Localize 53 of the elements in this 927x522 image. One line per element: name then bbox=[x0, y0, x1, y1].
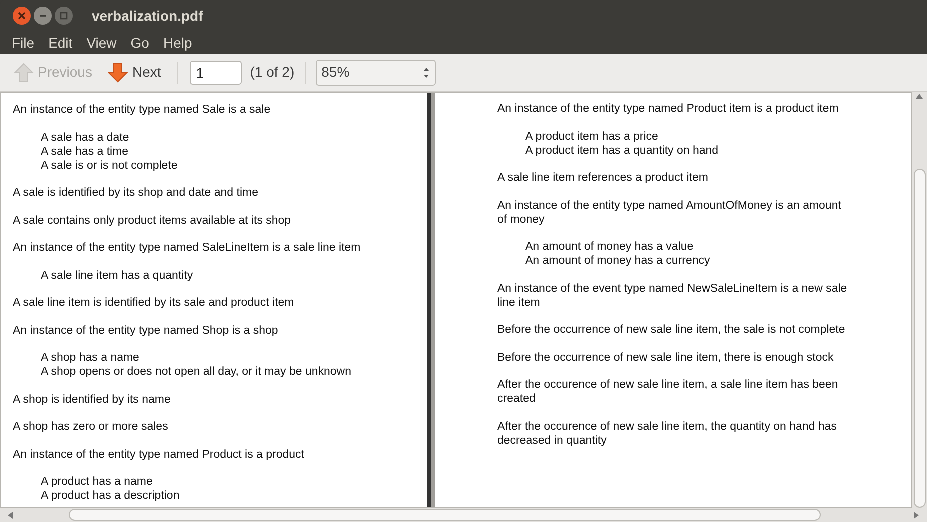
indented-line: A shop has a name bbox=[41, 351, 140, 365]
scroll-right-icon bbox=[914, 512, 919, 518]
paragraph: After the occurence of new sale line item, a sale line item has been created bbox=[498, 378, 840, 406]
page-number-field[interactable]: 1 bbox=[190, 60, 242, 84]
paragraph: A sale line item references a product item bbox=[498, 171, 710, 185]
page-count: (1 of 2) bbox=[250, 63, 295, 82]
horizontal-scrollbar[interactable] bbox=[0, 508, 927, 522]
menu-item[interactable]: Edit bbox=[48, 32, 73, 54]
minimize-icon bbox=[39, 12, 47, 20]
indented-line: A product has a name bbox=[41, 475, 154, 489]
paragraph: A shop has zero or more sales bbox=[13, 420, 170, 434]
paragraph: A sale line item is identified by its sale and product item bbox=[13, 296, 296, 310]
paragraph: Before the occurrence of new sale line item, the sale is not complete bbox=[498, 323, 846, 337]
menu-item[interactable]: View bbox=[86, 32, 117, 54]
indented-line: A product item has a quantity on hand bbox=[526, 144, 720, 158]
indented-line: A product has a description bbox=[41, 489, 181, 503]
scroll-left-icon bbox=[8, 512, 13, 518]
paragraph: An instance of the entity type named Product is a product bbox=[13, 448, 306, 462]
paragraph: An instance of the event type named NewSaleLineItem is a new sale line item bbox=[498, 282, 848, 310]
paragraph: After the occurence of new sale line item, the quantity on hand has decreased in quantity bbox=[498, 420, 838, 448]
maximize-button[interactable] bbox=[55, 7, 73, 25]
paragraph: An instance of the entity type named Product item is a product item bbox=[498, 102, 840, 116]
down-arrow-icon bbox=[108, 62, 128, 82]
menu-item[interactable]: File bbox=[12, 32, 35, 54]
paragraph: An instance of the entity type named Shop is a shop bbox=[13, 324, 280, 338]
maximize-icon bbox=[60, 12, 68, 20]
indented-line: A shop opens or does not open all day, or it may be unknown bbox=[41, 365, 352, 379]
menu-item[interactable]: Go bbox=[130, 32, 150, 54]
indented-line: A sale line item has a quantity bbox=[41, 268, 194, 282]
minimize-button[interactable] bbox=[34, 7, 52, 25]
paragraph: A shop is identified by its name bbox=[13, 392, 172, 406]
paragraph: An instance of the entity type named Sale is a sale bbox=[13, 103, 272, 117]
paragraph: An instance of the entity type named SaleLineItem is a sale line item bbox=[13, 241, 362, 255]
paragraph: An instance of the entity type named AmountOfMoney is an amount of money bbox=[498, 198, 842, 226]
paragraph: A sale is identified by its shop and date and time bbox=[13, 186, 260, 200]
spinner-arrows-icon bbox=[422, 66, 430, 78]
scroll-up-icon bbox=[916, 94, 923, 99]
close-button[interactable] bbox=[13, 7, 31, 25]
zoom-select[interactable]: 85% bbox=[316, 60, 436, 86]
paragraph: A sale contains only product items available at its shop bbox=[13, 214, 292, 228]
paragraph: Before the occurrence of new sale line item, there is enough stock bbox=[498, 350, 835, 364]
window-title: verbalization.pdf bbox=[92, 6, 204, 26]
indented-line: An amount of money has a value bbox=[526, 240, 695, 254]
menu-item[interactable]: Help bbox=[163, 32, 192, 54]
indented-line: A product item has a price bbox=[526, 130, 660, 144]
up-arrow-icon bbox=[14, 62, 34, 82]
indented-line: An amount of money has a currency bbox=[526, 254, 712, 268]
indented-line: A sale has a date bbox=[41, 130, 130, 144]
indented-line: A sale is or is not complete bbox=[41, 158, 179, 172]
next-button[interactable]: Next bbox=[104, 58, 166, 87]
indented-line: A sale has a time bbox=[41, 144, 130, 158]
close-icon bbox=[18, 12, 26, 20]
vertical-scrollbar[interactable] bbox=[912, 92, 927, 508]
